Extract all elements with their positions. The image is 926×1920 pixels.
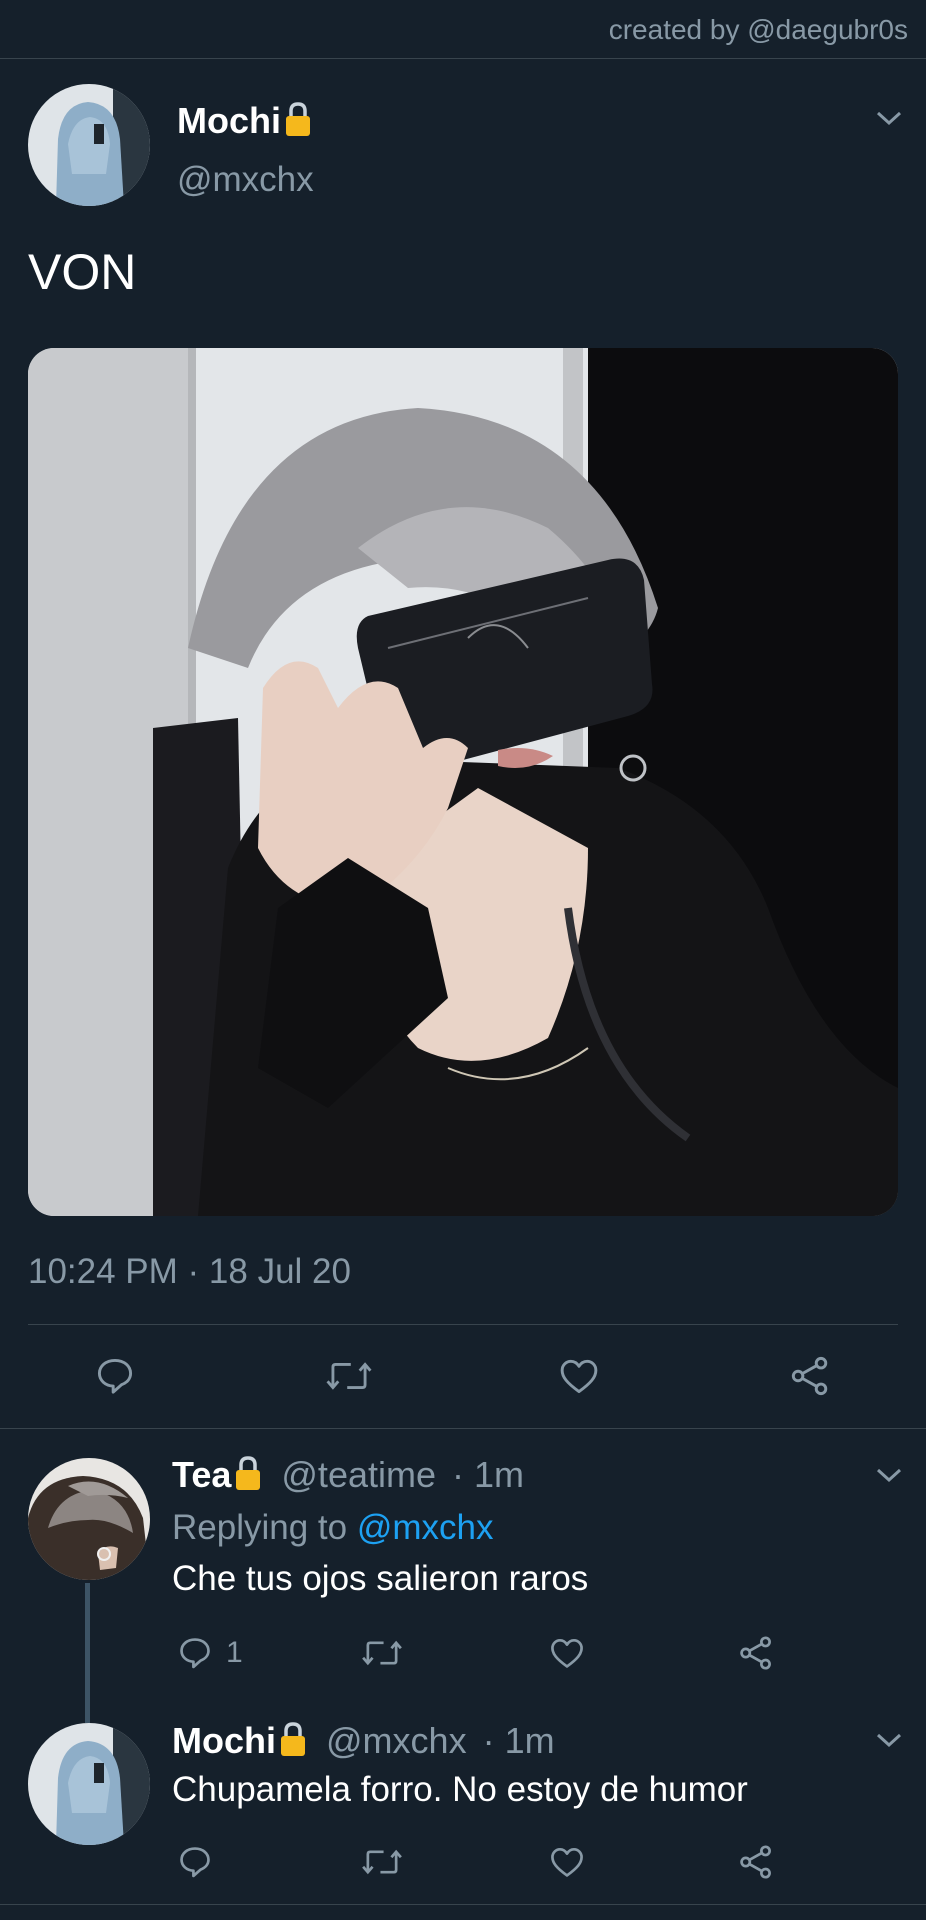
retweet-button[interactable] bbox=[324, 1354, 374, 1398]
retweet-button[interactable] bbox=[360, 1634, 404, 1672]
reply-time: · 1m bbox=[452, 1454, 525, 1495]
divider bbox=[0, 1904, 926, 1905]
share-button[interactable] bbox=[788, 1354, 832, 1398]
share-icon bbox=[740, 1636, 771, 1670]
avatar[interactable] bbox=[28, 84, 150, 206]
like-button[interactable] bbox=[548, 1634, 586, 1672]
thread-line bbox=[85, 1583, 90, 1723]
like-icon bbox=[551, 1847, 583, 1877]
divider bbox=[28, 1324, 898, 1325]
chevron-down-icon[interactable] bbox=[874, 1465, 904, 1485]
replying-to-link[interactable]: @mxchx bbox=[357, 1508, 494, 1547]
like-button[interactable] bbox=[557, 1354, 601, 1398]
reply-text: Che tus ojos salieron raros bbox=[172, 1559, 589, 1598]
share-button[interactable] bbox=[737, 1843, 775, 1881]
tweet-media[interactable] bbox=[28, 348, 898, 1216]
retweet-button[interactable] bbox=[360, 1843, 404, 1881]
chevron-down-icon[interactable] bbox=[874, 1730, 904, 1750]
reply-button[interactable]: 1 bbox=[176, 1634, 243, 1672]
display-name[interactable]: Mochi bbox=[172, 1720, 276, 1761]
reply-button[interactable] bbox=[93, 1354, 137, 1398]
reply-icon bbox=[97, 1358, 133, 1394]
display-name[interactable]: Mochi bbox=[177, 100, 311, 142]
reply-button[interactable] bbox=[176, 1843, 214, 1881]
header-divider bbox=[0, 58, 926, 59]
chevron-down-icon[interactable] bbox=[874, 108, 904, 128]
like-icon bbox=[560, 1359, 598, 1394]
handle[interactable]: @teatime bbox=[281, 1454, 436, 1495]
tweet-timestamp: 10:24 PM · 18 Jul 20 bbox=[28, 1252, 351, 1291]
credit-text: created by @daegubr0s bbox=[608, 14, 908, 45]
avatar[interactable] bbox=[28, 1458, 150, 1580]
avatar[interactable] bbox=[28, 1723, 150, 1845]
reply-text: Chupamela forro. No estoy de humor bbox=[172, 1770, 748, 1809]
lock-icon bbox=[280, 1721, 306, 1757]
reply-icon bbox=[180, 1847, 210, 1878]
tweet-text: VON bbox=[28, 244, 137, 300]
lock-icon bbox=[235, 1455, 261, 1491]
like-icon bbox=[551, 1638, 583, 1668]
reply-header[interactable]: Mochi @mxchx · 1m bbox=[172, 1720, 555, 1762]
reply-icon bbox=[180, 1638, 210, 1669]
retweet-icon bbox=[326, 1362, 372, 1390]
retweet-icon bbox=[362, 1640, 402, 1666]
retweet-icon bbox=[362, 1849, 402, 1875]
handle[interactable]: @mxchx bbox=[326, 1720, 467, 1761]
reply-count: 1 bbox=[226, 1636, 243, 1669]
share-button[interactable] bbox=[737, 1634, 775, 1672]
replying-to-label: Replying to bbox=[172, 1508, 348, 1547]
lock-icon bbox=[285, 101, 311, 137]
reply-header[interactable]: Tea @teatime · 1m bbox=[172, 1454, 524, 1496]
like-button[interactable] bbox=[548, 1843, 586, 1881]
divider bbox=[0, 1428, 926, 1429]
reply-time: · 1m bbox=[482, 1720, 555, 1761]
handle[interactable]: @mxchx bbox=[177, 160, 314, 200]
share-icon bbox=[740, 1845, 771, 1879]
display-name[interactable]: Tea bbox=[172, 1454, 231, 1495]
display-name-text: Mochi bbox=[177, 100, 281, 141]
replying-to: Replying to @mxchx bbox=[172, 1508, 494, 1548]
share-icon bbox=[791, 1356, 828, 1396]
